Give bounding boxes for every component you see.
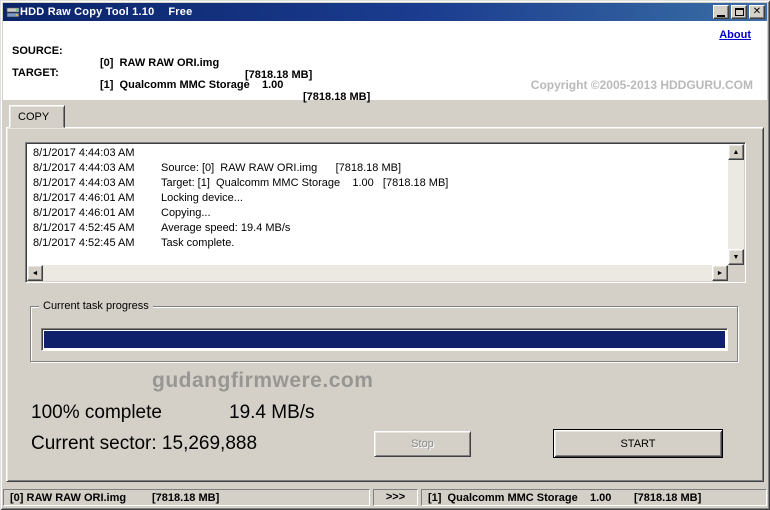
log-message: Source: [0] RAW RAW ORI.img [7818.18 MB] <box>161 162 402 174</box>
vertical-scrollbar[interactable]: ▲ ▼ <box>728 144 744 265</box>
tab-copy[interactable]: COPY <box>9 105 65 128</box>
about-link[interactable]: About <box>719 29 751 41</box>
progress-bar <box>41 328 728 351</box>
target-row: TARGET: [1] Qualcomm MMC Storage 1.00 [7… <box>3 55 767 103</box>
window-title: HDD Raw Copy Tool 1.10 <box>20 6 155 18</box>
progress-group-label: Current task progress <box>39 300 153 312</box>
log-listbox[interactable]: 8/1/2017 4:44:03 AM 8/1/2017 4:44:03 AM S… <box>25 142 746 283</box>
title-bar[interactable]: HDD Raw Copy Tool 1.10 Free ✕ <box>3 3 767 21</box>
status-arrows: >>> <box>385 491 406 503</box>
status-arrows-panel: >>> <box>373 489 418 506</box>
log-line: 8/1/2017 4:52:45 AM Average speed: 19.4 M… <box>28 221 727 236</box>
scroll-up-icon[interactable]: ▲ <box>728 144 744 160</box>
log-line: 8/1/2017 4:44:03 AM <box>28 146 727 161</box>
speed-text: 19.4 MB/s <box>229 402 315 423</box>
log-time: 8/1/2017 4:52:45 AM <box>33 237 135 249</box>
log-time: 8/1/2017 4:44:03 AM <box>33 147 135 159</box>
source-row: SOURCE: [0] RAW RAW ORI.img [7818.18 MB] <box>3 33 767 81</box>
copyright-text: Copyright ©2005-2013 HDDGURU.COM <box>530 78 753 92</box>
current-sector-text: Current sector: 15,269,888 <box>31 433 258 454</box>
scrollbar-corner <box>728 265 744 281</box>
stop-button[interactable]: Stop <box>374 431 471 457</box>
log-message: Locking device... <box>161 192 243 204</box>
maximize-button[interactable] <box>731 5 747 19</box>
close-button[interactable]: ✕ <box>749 5 765 19</box>
log-line: 8/1/2017 4:46:01 AM Locking device... <box>28 191 727 206</box>
status-bar: [0] RAW RAW ORI.img [7818.18 MB] >>> [1]… <box>3 488 767 507</box>
status-source-size: [7818.18 MB] <box>152 492 220 504</box>
target-label: TARGET: <box>12 67 59 79</box>
target-size: [7818.18 MB] <box>303 91 371 103</box>
log-line: 8/1/2017 4:44:03 AM Target: [1] Qualcomm … <box>28 176 727 191</box>
log-line: 8/1/2017 4:44:03 AM Source: [0] RAW RAW O… <box>28 161 727 176</box>
log-message: Average speed: 19.4 MB/s <box>161 222 291 234</box>
scroll-left-icon[interactable]: ◄ <box>27 265 43 281</box>
log-time: 8/1/2017 4:52:45 AM <box>33 222 135 234</box>
log-line: 8/1/2017 4:52:45 AM Task complete. <box>28 236 727 251</box>
target-value: [1] Qualcomm MMC Storage 1.00 <box>100 79 284 91</box>
log-time: 8/1/2017 4:46:01 AM <box>33 192 135 204</box>
status-target-name: [1] Qualcomm MMC Storage 1.00 <box>428 492 612 504</box>
close-icon: ✕ <box>752 6 762 17</box>
device-header: SOURCE: [0] RAW RAW ORI.img [7818.18 MB]… <box>3 21 767 103</box>
log-message: Copying... <box>161 207 211 219</box>
app-icon <box>6 7 20 17</box>
log-message: Task complete. <box>161 237 235 249</box>
app-window: HDD Raw Copy Tool 1.10 Free ✕ SOURCE: [0… <box>0 0 770 510</box>
scroll-right-icon[interactable]: ► <box>712 265 728 281</box>
progress-groupbox: Current task progress <box>30 300 738 362</box>
log-time: 8/1/2017 4:44:03 AM <box>33 162 135 174</box>
log-time: 8/1/2017 4:44:03 AM <box>33 177 135 189</box>
window-title-badge: Free <box>168 6 193 18</box>
start-button[interactable]: START <box>553 429 723 458</box>
log-time: 8/1/2017 4:46:01 AM <box>33 207 135 219</box>
status-source-name: [0] RAW RAW ORI.img <box>10 492 127 504</box>
log-lines: 8/1/2017 4:44:03 AM 8/1/2017 4:44:03 AM S… <box>28 146 727 264</box>
status-source-panel: [0] RAW RAW ORI.img [7818.18 MB] <box>3 489 370 506</box>
log-line: 8/1/2017 4:46:01 AM Copying... <box>28 206 727 221</box>
watermark-text: gudangfirmwere.com <box>152 369 374 392</box>
progress-fill <box>44 331 725 348</box>
maximize-icon <box>734 8 744 16</box>
minimize-button[interactable] <box>713 5 729 19</box>
percent-complete-text: 100% complete <box>31 402 162 423</box>
status-target-size: [7818.18 MB] <box>634 492 702 504</box>
status-target-panel: [1] Qualcomm MMC Storage 1.00 [7818.18 M… <box>421 489 767 506</box>
scroll-down-icon[interactable]: ▼ <box>728 249 744 265</box>
log-message: Target: [1] Qualcomm MMC Storage 1.00 [7… <box>161 177 449 189</box>
horizontal-scrollbar[interactable]: ◄ ► <box>27 265 728 281</box>
minimize-icon <box>717 14 725 17</box>
